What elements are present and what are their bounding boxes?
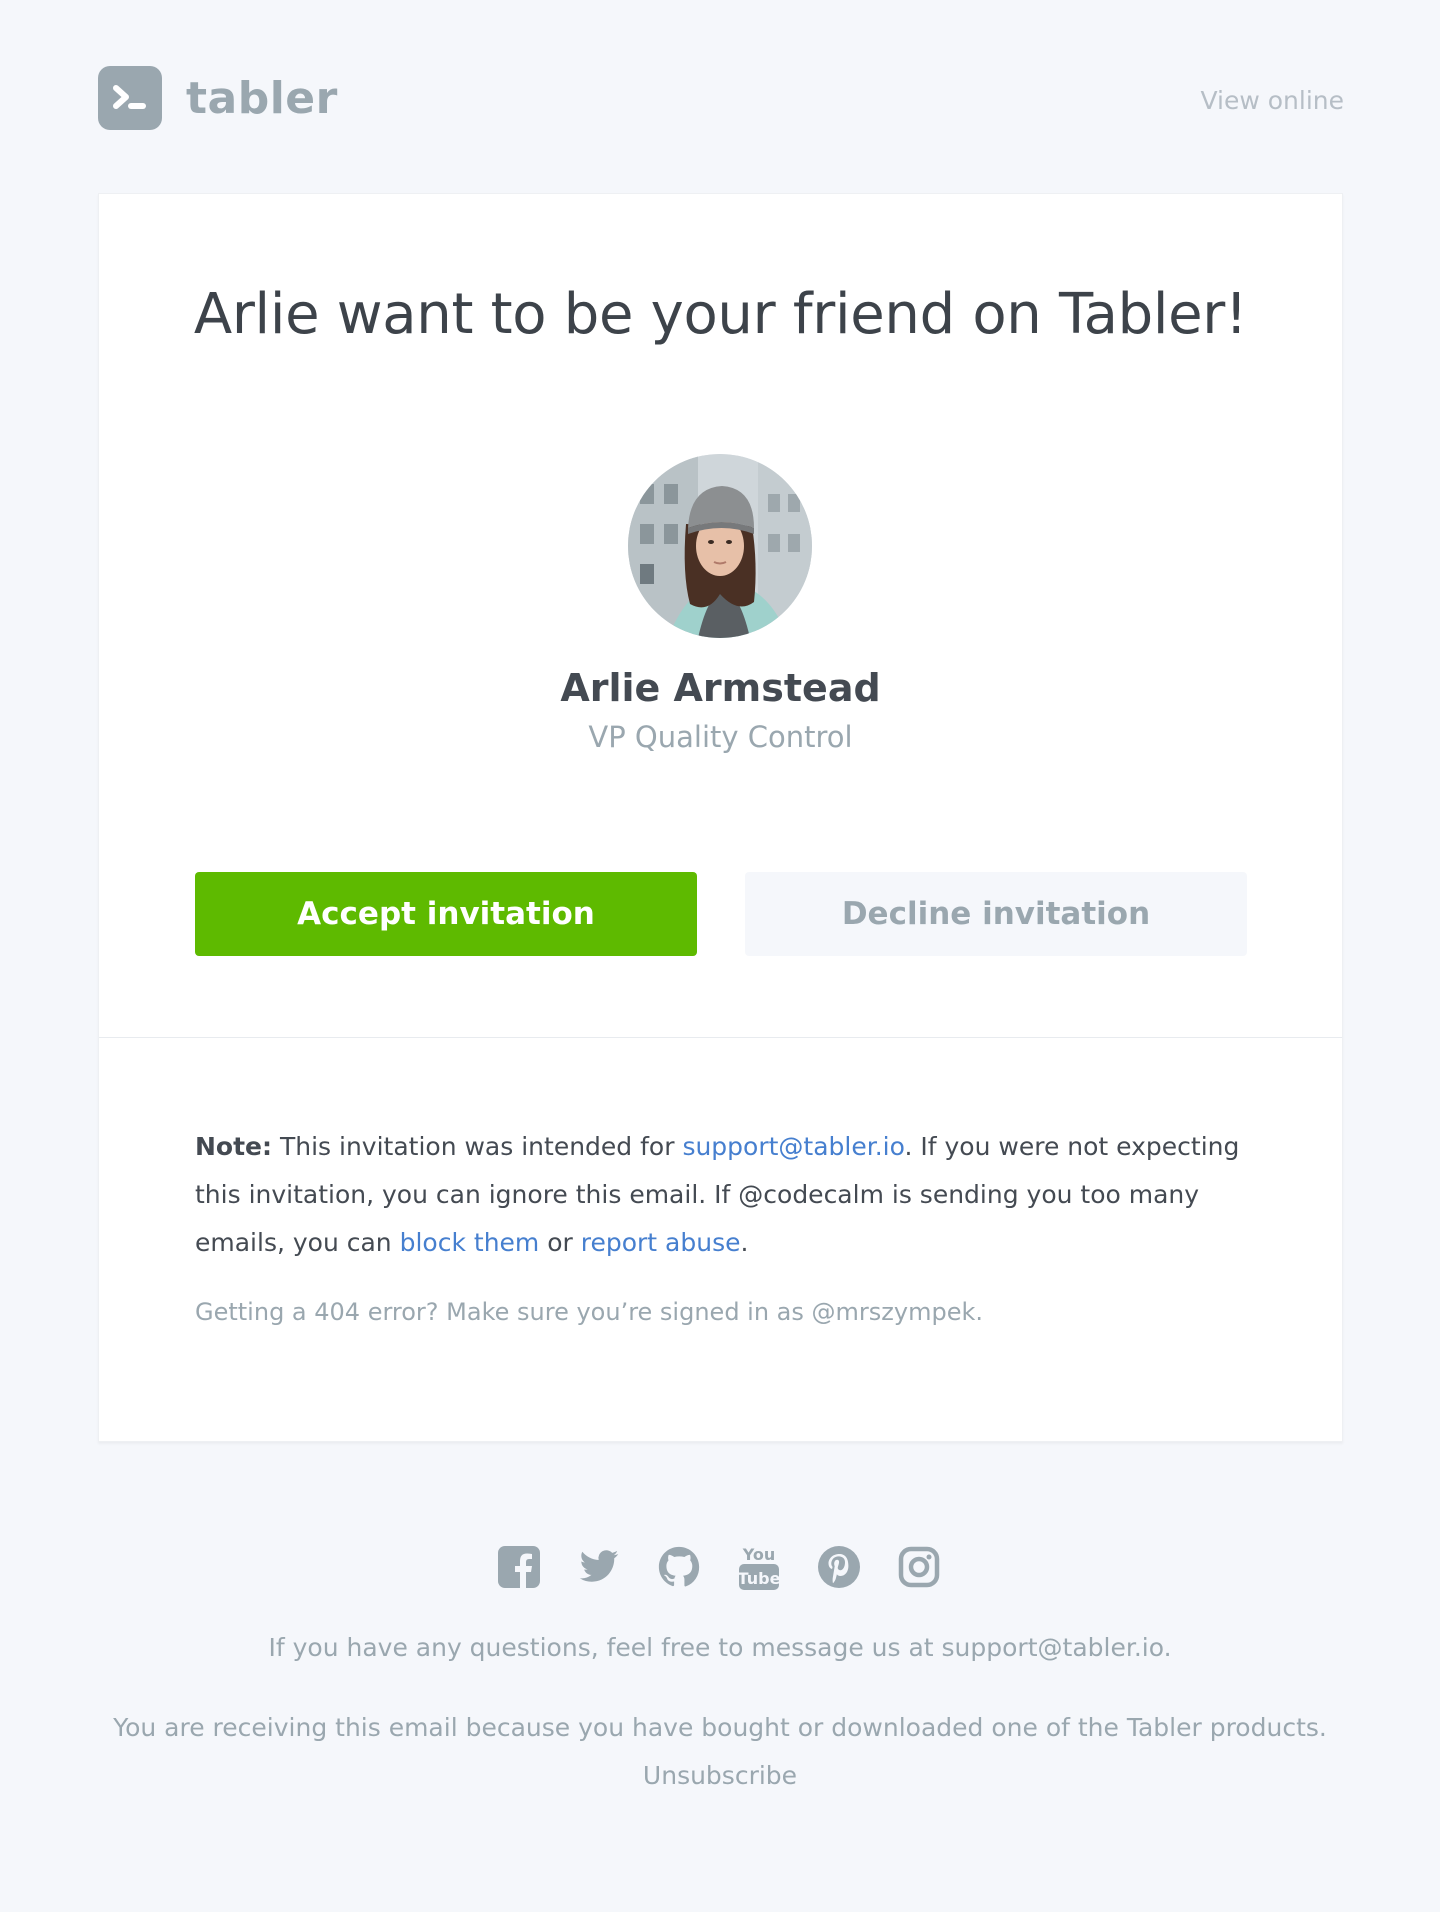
svg-text:You: You (742, 1545, 776, 1564)
instagram-icon[interactable] (898, 1546, 940, 1588)
logo-text: tabler (186, 72, 338, 124)
page-title: Arlie want to be your friend on Tabler! (193, 282, 1248, 347)
tabler-logo[interactable]: tabler (98, 66, 338, 130)
social-links: You Tube (498, 1545, 940, 1590)
note-text: This invitation was intended for (272, 1132, 683, 1161)
person-name: Arlie Armstead (560, 666, 881, 710)
facebook-icon[interactable] (498, 1546, 540, 1588)
accept-invitation-button[interactable]: Accept invitation (195, 872, 697, 956)
divider (99, 1037, 1342, 1038)
note-label: Note: (195, 1132, 273, 1161)
report-abuse-link[interactable]: report abuse (581, 1228, 741, 1257)
youtube-icon[interactable]: You Tube (738, 1545, 780, 1590)
avatar (628, 454, 812, 638)
unsubscribe-link[interactable]: Unsubscribe (643, 1761, 797, 1790)
footer-unsubscribe: Unsubscribe (0, 1761, 1440, 1790)
support-email-link[interactable]: support@tabler.io (682, 1132, 904, 1161)
decline-invitation-button[interactable]: Decline invitation (745, 872, 1247, 956)
svg-text:Tube: Tube (738, 1569, 780, 1588)
pinterest-icon[interactable] (818, 1546, 860, 1588)
block-them-link[interactable]: block them (400, 1228, 540, 1257)
footer-receiving-notice: You are receiving this email because you… (113, 1713, 1327, 1742)
email-header: tabler View online (98, 66, 1344, 130)
note-paragraph: Note: This invitation was intended for s… (195, 1123, 1255, 1267)
view-online-link[interactable]: View online (1200, 86, 1344, 115)
note-text: . (740, 1228, 749, 1257)
github-icon[interactable] (658, 1546, 700, 1588)
invitation-card: Arlie want to be your friend on Tabler! (98, 193, 1343, 1442)
terminal-icon (98, 66, 162, 130)
twitter-icon[interactable] (578, 1546, 620, 1588)
person-role: VP Quality Control (588, 720, 853, 754)
hint-text: Getting a 404 error? Make sure you’re si… (195, 1298, 983, 1326)
footer-questions: If you have any questions, feel free to … (268, 1633, 1172, 1662)
note-text: or (539, 1228, 581, 1257)
